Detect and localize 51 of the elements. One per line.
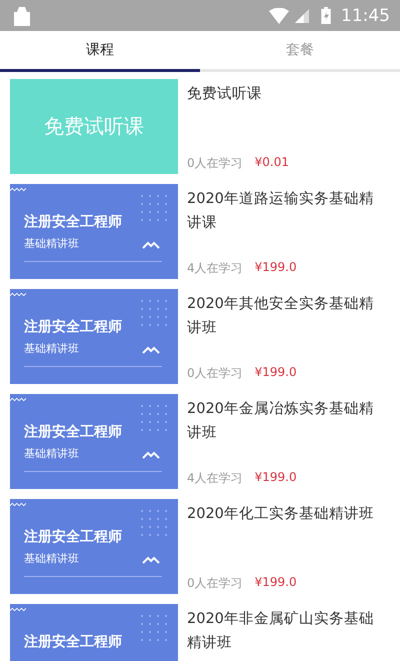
course-thumbnail[interactable]: 注册安全工程师 [10,604,178,661]
thumbnail-title: 注册安全工程师 [24,633,122,651]
chevron-icon [142,556,160,564]
thumbnail-subtitle: 基础精讲班 [24,551,79,566]
thumbnail-title: 注册安全工程师 [24,213,122,231]
wave-icon [10,292,26,297]
thumbnail-text: 免费试听课 [44,113,144,140]
course-title[interactable]: 2020年金属冶炼实务基础精讲班 [187,397,376,445]
course-price: ¥0.01 [254,155,289,171]
battery-icon [321,7,331,24]
thumbnail-title: 注册安全工程师 [24,423,122,441]
course-price: ¥199.0 [254,260,297,276]
dot-grid-icon [140,404,168,432]
thumbnail-title: 注册安全工程师 [24,318,122,336]
learner-count: 4人在学习 [187,260,243,277]
dot-grid-icon [140,509,168,537]
course-title[interactable]: 2020年非金属矿山实务基础精讲班 [187,607,376,655]
thumbnail-subtitle: 基础精讲班 [24,341,79,356]
course-thumbnail[interactable]: 注册安全工程师 基础精讲班 [10,289,178,384]
course-title[interactable]: 免费试听课 [187,82,376,106]
wave-icon [10,397,26,402]
course-thumbnail[interactable]: 注册安全工程师 基础精讲班 [10,184,178,279]
course-title[interactable]: 2020年化工实务基础精讲班 [187,502,376,526]
learner-count: 0人在学习 [187,365,243,382]
learner-count: 0人在学习 [187,155,243,172]
wave-icon [10,187,26,192]
wave-icon [10,502,26,507]
thumbnail-subtitle: 基础精讲班 [24,236,79,251]
thumbnail-subtitle: 基础精讲班 [24,446,79,461]
learner-count: 0人在学习 [187,575,243,592]
clock-time: 11:45 [341,6,390,26]
wifi-icon [269,8,289,24]
course-price: ¥199.0 [254,365,297,381]
course-thumbnail[interactable]: 注册安全工程师 基础精讲班 [10,394,178,489]
signal-icon [295,8,309,22]
chevron-icon [142,451,160,459]
course-title[interactable]: 2020年其他安全实务基础精讲班 [187,292,376,340]
course-price: ¥199.0 [254,575,297,591]
dot-grid-icon [140,299,168,327]
course-price: ¥199.0 [254,470,297,486]
dot-grid-icon [140,614,168,642]
thumbnail-title: 注册安全工程师 [24,528,122,546]
chevron-icon [142,241,160,249]
dot-grid-icon [140,194,168,222]
tab[interactable]: 课程 [0,31,200,72]
learner-count: 4人在学习 [187,470,243,487]
chevron-icon [142,346,160,354]
course-thumbnail[interactable]: 注册安全工程师 基础精讲班 [10,499,178,594]
bag-icon [12,4,32,26]
course-title[interactable]: 2020年道路运输实务基础精讲课 [187,187,376,235]
wave-icon [10,607,26,612]
